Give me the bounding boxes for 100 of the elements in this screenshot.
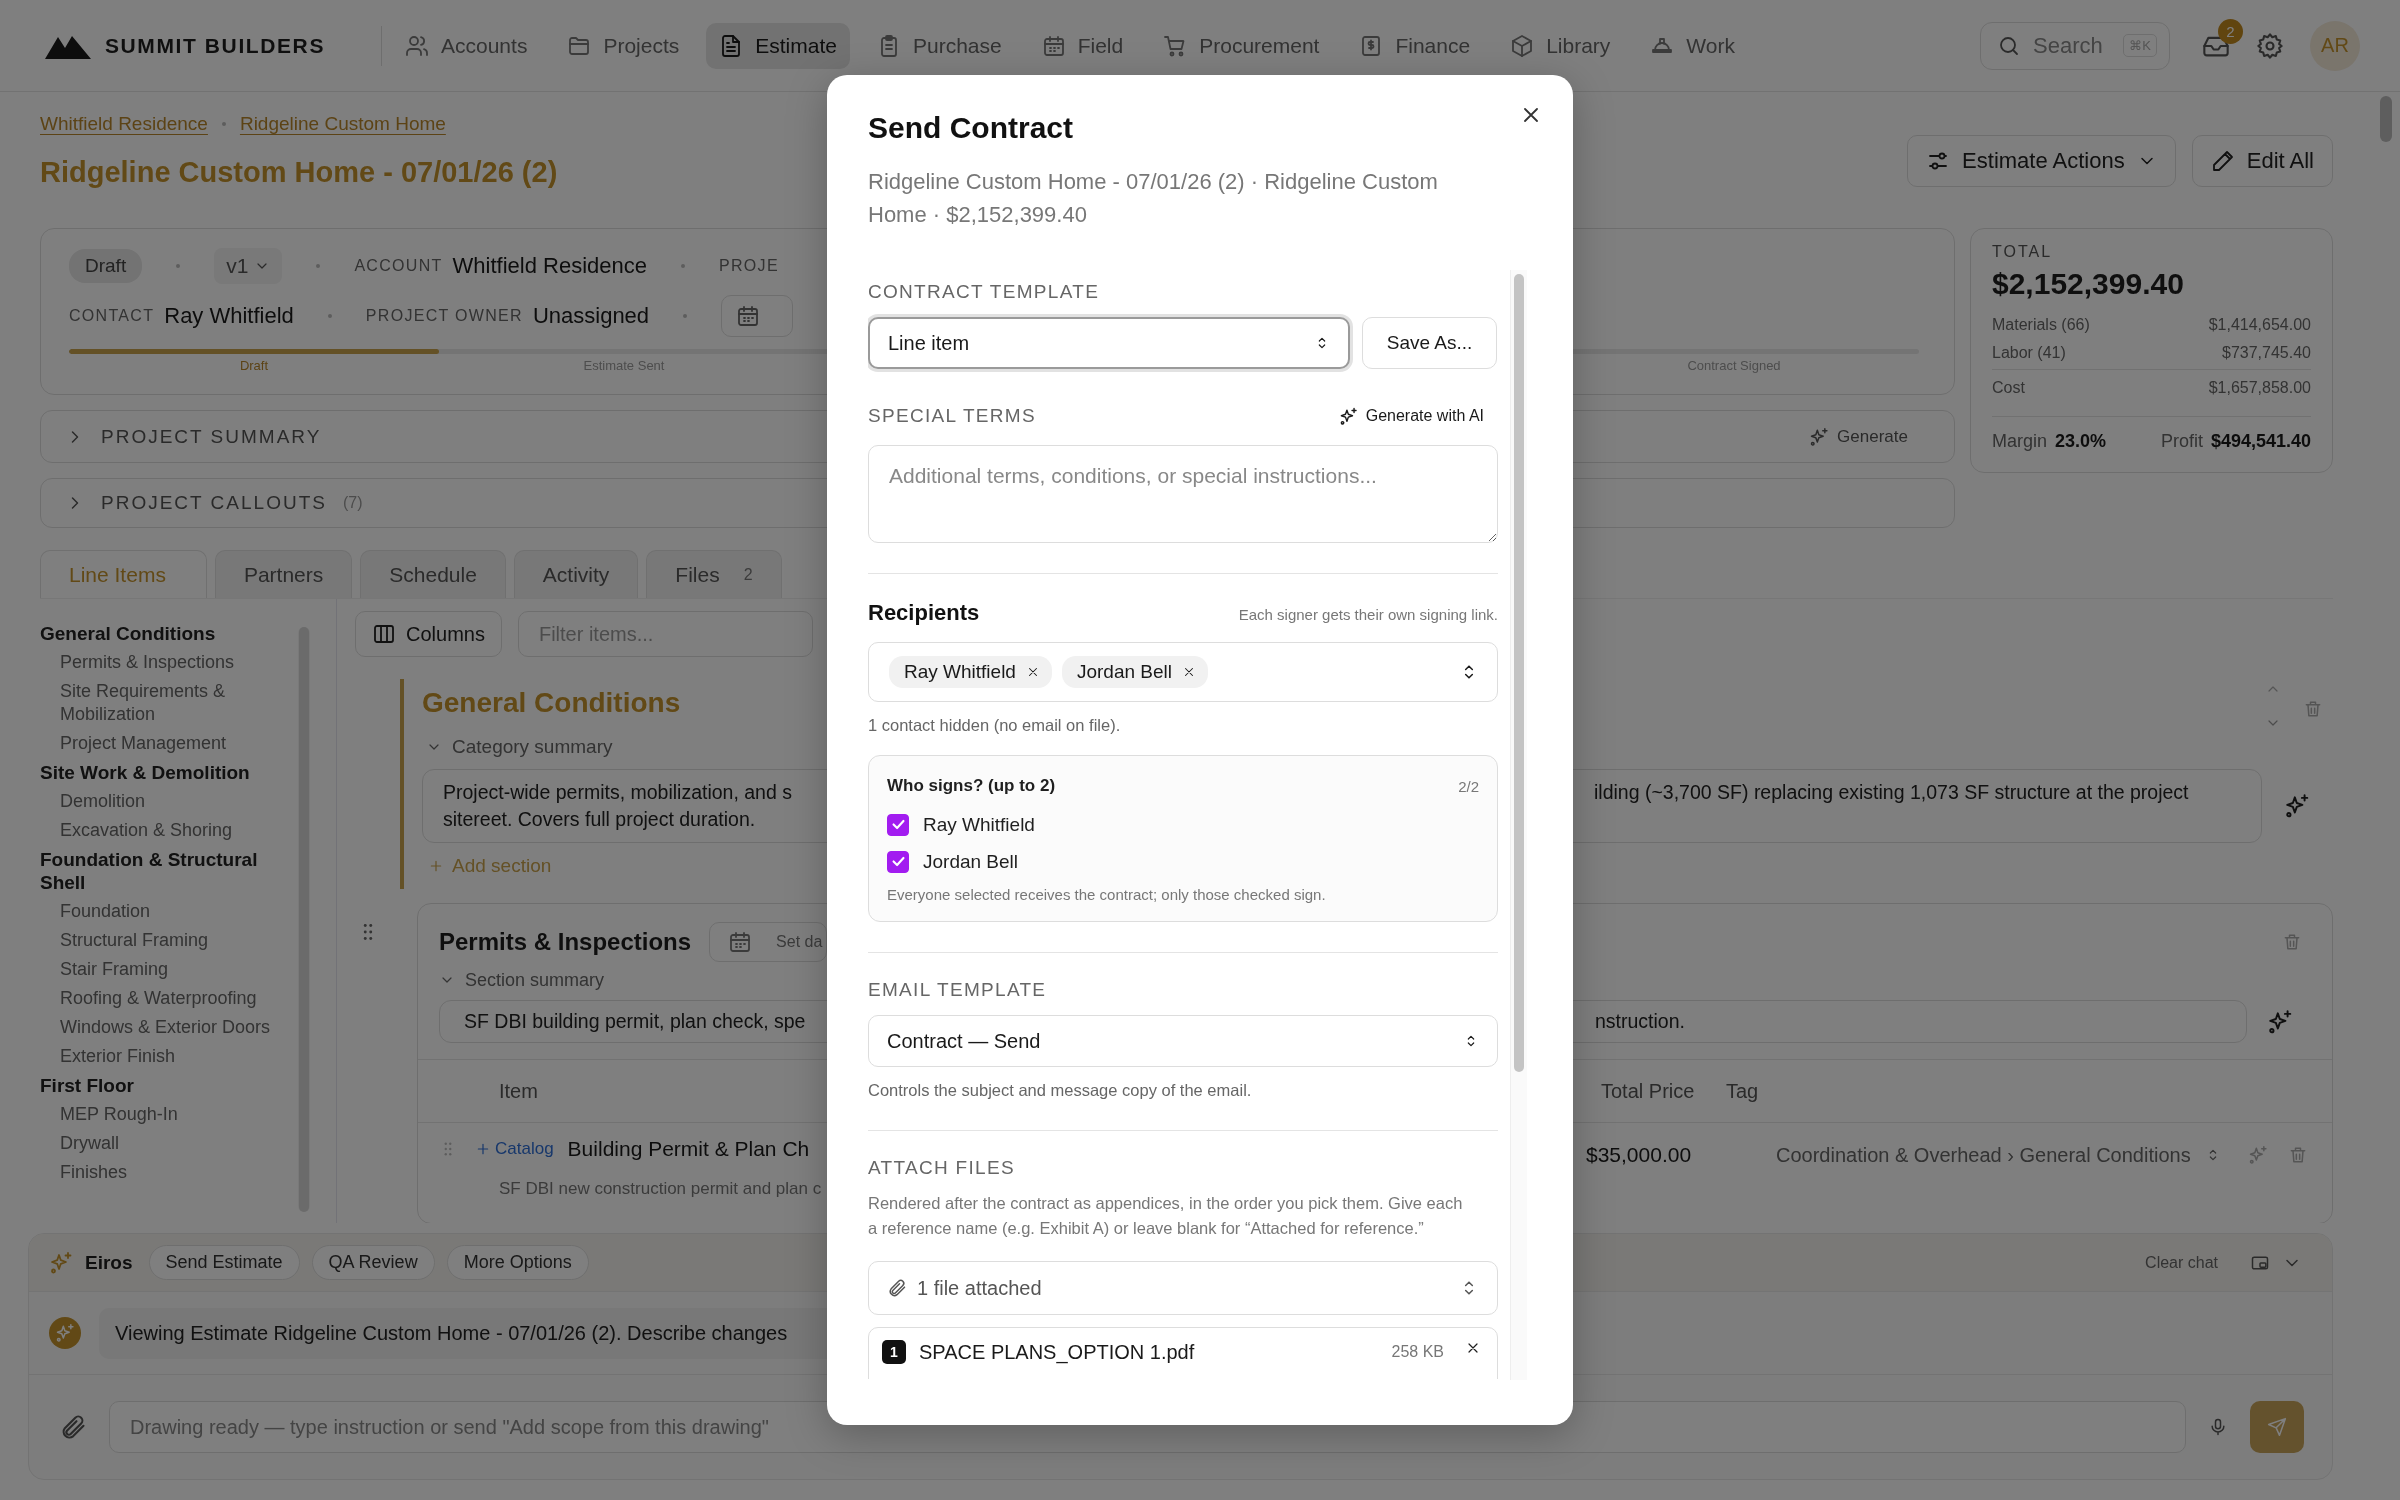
total-label: TOTAL: [1992, 243, 2054, 261]
nav-tab[interactable]: Accounts: [392, 22, 541, 69]
nav-tab[interactable]: Library: [1497, 22, 1624, 69]
tree-item[interactable]: Stair Framing: [40, 955, 280, 984]
field-label: PROJECT OWNER: [365, 307, 523, 325]
recipient-chip[interactable]: Ray Whitfield: [889, 656, 1052, 688]
breadcrumb-link[interactable]: Whitfield Residence: [40, 113, 208, 135]
tree-item[interactable]: Finishes: [40, 1158, 280, 1187]
special-terms-field[interactable]: Additional terms, conditions, or special instructions...: [868, 445, 1498, 543]
remove-icon[interactable]: [1182, 665, 1196, 679]
tab[interactable]: Line Items: [40, 550, 207, 598]
tree-item[interactable]: Excavation & Shoring: [40, 816, 280, 845]
cube-icon: [1510, 33, 1535, 58]
tree-item[interactable]: General Conditions: [40, 619, 270, 648]
tree-item[interactable]: MEP Rough-In: [40, 1100, 280, 1129]
date-button[interactable]: [721, 295, 794, 337]
add-section-button[interactable]: Add section: [422, 855, 552, 877]
tab[interactable]: Schedule: [360, 550, 506, 598]
tag-dropdown[interactable]: Coordination & Overhead › General Conditions: [1746, 1137, 2221, 1173]
suggestion-chip[interactable]: More Options: [446, 1245, 589, 1280]
tree-item[interactable]: Foundation: [40, 897, 280, 926]
signer-option[interactable]: Jordan Bell: [887, 843, 1479, 880]
version-dropdown[interactable]: v1: [214, 248, 283, 284]
catalog-link[interactable]: Catalog: [475, 1139, 554, 1159]
recipients-title: Recipients: [868, 600, 980, 626]
summary-toggle[interactable]: Category summary: [422, 731, 613, 763]
template-select[interactable]: Line item: [868, 317, 1350, 369]
file-picker[interactable]: 1 file attached: [868, 1261, 1498, 1315]
tree-item[interactable]: Project Management: [40, 729, 280, 758]
calendar-icon: [1041, 33, 1066, 58]
margin-value: 23.0%: [2055, 430, 2107, 452]
status-badge: Draft: [69, 249, 143, 283]
breadcrumb-link[interactable]: Ridgeline Custom Home: [239, 113, 446, 135]
file-name: SPACE PLANS_OPTION 1.pdf: [919, 1340, 1196, 1364]
tree-item[interactable]: Windows & Exterior Doors: [40, 1013, 280, 1042]
recipients-select[interactable]: Ray Whitfield Jordan Bell: [868, 642, 1498, 702]
delete-icon[interactable]: [2288, 1145, 2308, 1165]
tab[interactable]: Activity: [513, 550, 639, 598]
generate-ai-button[interactable]: Generate with AI: [1332, 405, 1490, 427]
summary-toggle[interactable]: Section summary: [418, 964, 605, 996]
tree-item[interactable]: Exterior Finish: [40, 1042, 280, 1071]
edit-button[interactable]: Edit All: [2191, 135, 2333, 187]
nav-tab[interactable]: Finance: [1346, 22, 1484, 69]
tree-item[interactable]: Drywall: [40, 1129, 280, 1158]
settings-icon: [2256, 31, 2284, 60]
suggestion-chip[interactable]: QA Review: [311, 1245, 435, 1280]
field-label: CONTACT: [69, 307, 155, 325]
avatar[interactable]: AR: [2310, 20, 2360, 71]
tree-item[interactable]: Foundation & Structural Shell: [40, 845, 270, 897]
columns-button[interactable]: Columns: [355, 611, 502, 657]
file-size: 258 KB: [1391, 1342, 1444, 1362]
tree-item[interactable]: Site Work & Demolition: [40, 758, 270, 787]
sparkle-icon[interactable]: [2284, 793, 2310, 819]
tree-item[interactable]: First Floor: [40, 1071, 270, 1100]
tab[interactable]: Partners: [214, 550, 353, 598]
checkbox[interactable]: [887, 850, 909, 873]
tree-item[interactable]: Roofing & Waterproofing: [40, 984, 280, 1013]
clear-chat-button[interactable]: Clear chat: [2139, 1252, 2224, 1273]
tab[interactable]: Files 2: [646, 550, 782, 598]
scrollbar-thumb[interactable]: [2380, 96, 2392, 142]
sparkle-icon[interactable]: [2267, 1008, 2293, 1035]
sparkle-icon: [1809, 426, 1830, 447]
email-template-select[interactable]: Contract — Send: [868, 1015, 1498, 1067]
total-price: $35,000.00: [1586, 1142, 1693, 1168]
tree-item[interactable]: Permits & Inspections: [40, 648, 280, 677]
nav-tab[interactable]: Purchase: [863, 22, 1015, 69]
page-title: Ridgeline Custom Home - 07/01/26 (2): [40, 156, 558, 189]
scrollbar-thumb[interactable]: [1514, 274, 1524, 1072]
nav-tab[interactable]: Estimate: [706, 22, 850, 69]
delete-icon[interactable]: [2282, 932, 2302, 952]
suggestion-chip[interactable]: Send Estimate: [148, 1245, 300, 1280]
profit-value: $494,541.40: [2210, 430, 2311, 452]
summary-text: sitereet. Covers full project duration.: [443, 807, 756, 832]
actions-dropdown[interactable]: Estimate Actions: [1907, 135, 2176, 187]
dialog-subtitle: Ridgeline Custom Home - 07/01/26 (2) · Ridgeline Custom Home · $2,152,399.40: [868, 168, 1439, 229]
line-label: Cost: [1992, 379, 2025, 397]
settings-button[interactable]: [2256, 31, 2284, 60]
microphone-button[interactable]: [2208, 1417, 2228, 1437]
nav-tab[interactable]: Projects: [554, 22, 693, 69]
field-value: Unassigned: [532, 303, 650, 329]
tree-item[interactable]: Site Requirements & Mobilization: [40, 677, 280, 729]
delete-icon[interactable]: [2303, 699, 2323, 719]
date-button[interactable]: Set da: [709, 922, 828, 962]
calendar-icon: [728, 930, 753, 954]
signer-option[interactable]: Ray Whitfield: [887, 806, 1479, 843]
recipient-chip[interactable]: Jordan Bell: [1061, 656, 1208, 688]
margin-label: Margin: [1992, 430, 2048, 452]
category-title: General Conditions: [422, 687, 681, 719]
column-header: Tag: [1726, 1079, 1760, 1103]
sparkle-icon: [1338, 406, 1358, 426]
tree-item[interactable]: Demolition: [40, 787, 280, 816]
generate-button[interactable]: Generate: [1803, 425, 1914, 448]
nav-tab[interactable]: Work: [1637, 22, 1748, 69]
tree-item[interactable]: Structural Framing: [40, 926, 280, 955]
checkbox[interactable]: [887, 813, 909, 836]
line-value: $1,657,858.00: [2208, 379, 2311, 397]
nav-tab[interactable]: Procurement: [1150, 22, 1333, 69]
send-button[interactable]: [2250, 1401, 2304, 1453]
nav-tab[interactable]: Field: [1028, 22, 1137, 69]
save-as-button[interactable]: Save As...: [1362, 317, 1497, 369]
